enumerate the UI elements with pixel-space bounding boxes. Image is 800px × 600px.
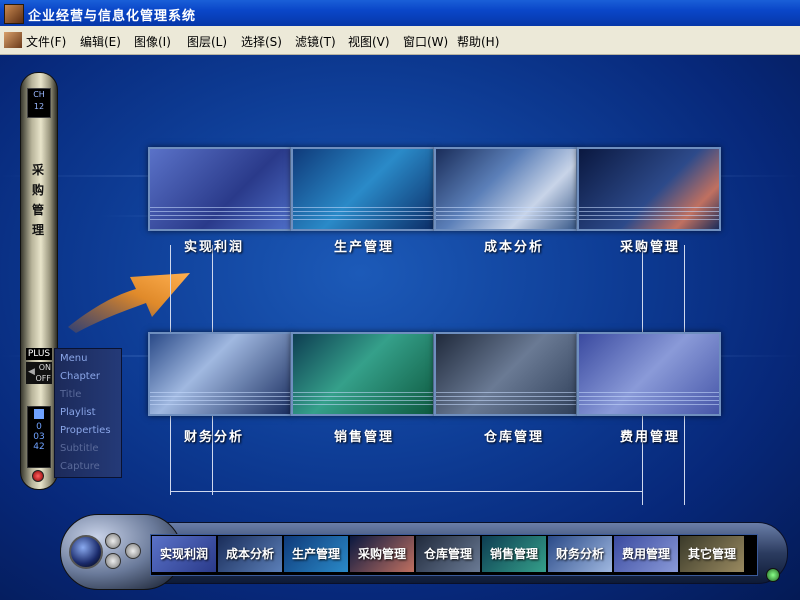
counter-hours: 0 (36, 422, 42, 432)
lens-icon (69, 535, 103, 569)
menu-layer[interactable]: 图层(L) (187, 33, 227, 50)
plus-badge: PLUS (26, 348, 52, 360)
menu-view[interactable]: 视图(V) (348, 33, 390, 50)
nav-tab-production[interactable]: 生产管理 (284, 536, 348, 572)
round-button[interactable] (125, 543, 141, 559)
nav-tab-other[interactable]: 其它管理 (680, 536, 744, 572)
player-menu-chapter[interactable]: Chapter (60, 371, 100, 382)
player-menu-capture[interactable]: Capture (60, 461, 100, 472)
remote-title: 采购管理 (31, 163, 44, 237)
counter-minutes: 03 (33, 432, 45, 442)
player-menu: Menu Chapter Title Playlist Properties S… (54, 348, 122, 478)
left-arrow-icon: ◀ (28, 367, 35, 377)
nav-tab-warehouse[interactable]: 仓库管理 (416, 536, 480, 572)
player-menu-title[interactable]: Title (60, 389, 81, 400)
module-label-finance[interactable]: 财务分析 (184, 426, 244, 445)
counter-seconds: 42 (33, 442, 45, 452)
round-button[interactable] (105, 553, 121, 569)
module-thumb-profit[interactable] (148, 147, 292, 231)
player-menu-subtitle[interactable]: Subtitle (60, 443, 99, 454)
module-thumb-sales[interactable] (291, 332, 435, 416)
record-button[interactable] (32, 470, 44, 482)
module-label-cost[interactable]: 成本分析 (484, 236, 544, 255)
menu-select[interactable]: 选择(S) (241, 33, 282, 50)
menu-bar: 文件(F) 编辑(E) 图像(I) 图层(L) 选择(S) 滤镜(T) 视图(V… (0, 26, 800, 55)
title-bar: 企业经营与信息化管理系统 (0, 0, 800, 26)
module-label-purchase[interactable]: 采购管理 (620, 236, 680, 255)
player-menu-properties[interactable]: Properties (60, 425, 111, 436)
nav-tab-finance[interactable]: 财务分析 (548, 536, 612, 572)
module-thumb-cost[interactable] (434, 147, 578, 231)
player-menu-playlist[interactable]: Playlist (60, 407, 96, 418)
nav-tab-purchase[interactable]: 采购管理 (350, 536, 414, 572)
module-thumb-production[interactable] (291, 147, 435, 231)
app-icon[interactable] (4, 4, 24, 24)
time-counter: 0 03 42 (27, 406, 51, 468)
round-button[interactable] (105, 533, 121, 549)
module-label-production[interactable]: 生产管理 (334, 236, 394, 255)
power-switch[interactable]: ◀ ON OFF (26, 362, 52, 384)
nav-tab-profit[interactable]: 实现利润 (152, 536, 216, 572)
menu-help[interactable]: 帮助(H) (457, 33, 499, 50)
nav-tab-sales[interactable]: 销售管理 (482, 536, 546, 572)
module-thumb-expense[interactable] (577, 332, 721, 416)
nav-tab-expense[interactable]: 费用管理 (614, 536, 678, 572)
module-label-warehouse[interactable]: 仓库管理 (484, 426, 544, 445)
player-menu-menu[interactable]: Menu (60, 353, 87, 364)
menu-window[interactable]: 窗口(W) (403, 33, 448, 50)
channel-label: CH (33, 90, 45, 99)
module-label-profit[interactable]: 实现利润 (184, 236, 244, 255)
channel-number: 12 (33, 102, 45, 111)
module-label-sales[interactable]: 销售管理 (334, 426, 394, 445)
bottom-nav: 实现利润 成本分析 生产管理 采购管理 仓库管理 销售管理 财务分析 费用管理 … (60, 508, 790, 594)
menu-edit[interactable]: 编辑(E) (80, 33, 121, 50)
window-title: 企业经营与信息化管理系统 (28, 9, 197, 24)
status-light (766, 568, 780, 582)
connector-line (170, 491, 642, 492)
stop-icon (34, 409, 44, 419)
menu-file[interactable]: 文件(F) (26, 33, 66, 50)
module-thumb-purchase[interactable] (577, 147, 721, 231)
module-thumb-warehouse[interactable] (434, 332, 578, 416)
channel-display: CH 12 (27, 88, 51, 118)
document-icon[interactable] (4, 32, 22, 48)
module-label-expense[interactable]: 费用管理 (620, 426, 680, 445)
orange-arrow (68, 273, 190, 333)
menu-image[interactable]: 图像(I) (134, 33, 171, 50)
module-thumb-finance[interactable] (148, 332, 292, 416)
nav-tab-cost[interactable]: 成本分析 (218, 536, 282, 572)
menu-filter[interactable]: 滤镜(T) (295, 33, 336, 50)
